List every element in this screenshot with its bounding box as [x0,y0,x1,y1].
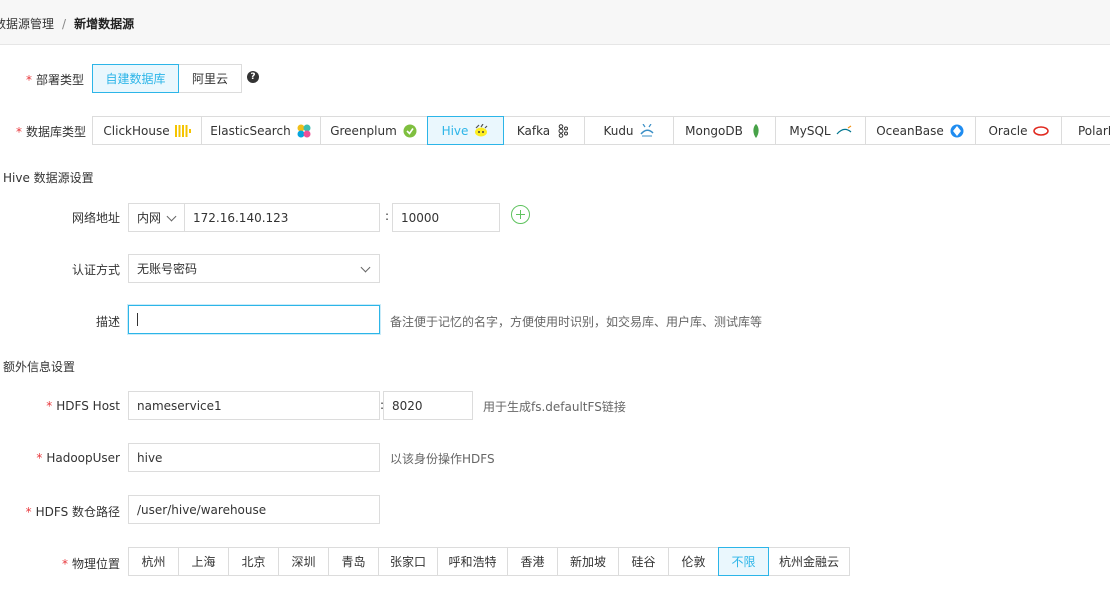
location-option-hongkong[interactable]: 香港 [507,547,558,576]
location-option-hangzhou-finance[interactable]: 杭州金融云 [768,547,850,576]
hive-section-title: Hive 数据源设置 [3,171,94,185]
breadcrumb-parent[interactable]: 数据源管理 [0,17,54,31]
db-option-hive[interactable]: Hive [427,116,504,145]
hdfs-host-input[interactable]: nameservice1 [128,391,380,420]
db-option-oceanbase[interactable]: OceanBase [865,116,976,145]
db-option-kudu[interactable]: Kudu [584,116,674,145]
location-option-london[interactable]: 伦敦 [668,547,719,576]
location-option-shanghai[interactable]: 上海 [178,547,229,576]
deploy-option-self-built[interactable]: 自建数据库 [92,64,179,93]
required-mark: * [25,505,32,519]
text-caret [137,313,138,326]
db-option-polardb[interactable]: PolarDB- [1061,116,1110,145]
hadoop-user-label: * HadoopUser [36,451,120,465]
hdfs-port-input[interactable]: 8020 [383,391,473,420]
breadcrumb: 数据源管理 / 新增数据源 [0,15,134,32]
network-type-select[interactable]: 内网 [128,203,185,232]
required-mark: * [16,125,22,139]
top-bar: 数据源管理 / 新增数据源 [0,0,1110,45]
location-option-silicon-valley[interactable]: 硅谷 [618,547,669,576]
required-mark: * [36,451,43,465]
deploy-type-label: * 部署类型 [25,73,84,87]
hdfs-path-label: * HDFS 数仓路径 [25,505,120,519]
db-option-elasticsearch[interactable]: ElasticSearch [201,116,321,145]
network-address-label: 网络地址 [71,211,120,225]
description-input[interactable] [128,305,380,334]
description-label: 描述 [95,315,120,329]
deploy-type-selector: 自建数据库 阿里云 [92,64,242,93]
hdfs-host-label: * HDFS Host [46,399,120,413]
hdfs-host-hint: 用于生成fs.defaultFS链接 [483,400,626,414]
chevron-down-icon [166,211,177,222]
db-option-greenplum[interactable]: Greenplum [320,116,428,145]
auth-method-label: 认证方式 [71,263,120,277]
location-option-qingdao[interactable]: 青岛 [328,547,379,576]
location-option-shenzhen[interactable]: 深圳 [278,547,329,576]
deploy-option-aliyun[interactable]: 阿里云 [178,64,242,93]
description-hint: 备注便于记忆的名字，方便使用时识别，如交易库、用户库、测试库等 [390,315,763,329]
location-option-huhehaote[interactable]: 呼和浩特 [437,547,508,576]
db-option-kafka[interactable]: Kafka [503,116,585,145]
required-mark: * [25,73,32,87]
db-option-oracle[interactable]: Oracle [975,116,1062,145]
location-option-zhangjiakou[interactable]: 张家口 [378,547,438,576]
extra-section-title: 额外信息设置 [3,360,76,374]
required-mark: * [46,399,53,413]
question-circle-icon[interactable]: ? [247,71,259,83]
location-selector: 杭州 上海 北京 深圳 青岛 张家口 呼和浩特 香港 新加坡 硅谷 伦敦 不限 … [128,547,850,576]
host-input[interactable]: 172.16.140.123 [184,203,380,232]
db-option-clickhouse[interactable]: ClickHouse [92,116,202,145]
location-option-beijing[interactable]: 北京 [228,547,279,576]
hadoop-user-hint: 以该身份操作HDFS [390,452,495,466]
oracle-icon [1032,125,1049,136]
location-option-hangzhou[interactable]: 杭州 [128,547,179,576]
oceanbase-icon [950,124,964,137]
location-option-unlimited[interactable]: 不限 [718,547,769,576]
port-input[interactable]: 10000 [392,203,500,232]
mongodb-icon [753,123,759,138]
greenplum-icon [403,124,417,137]
hadoop-user-input[interactable]: hive [128,443,380,472]
breadcrumb-separator: / [62,17,67,31]
db-option-mongodb[interactable]: MongoDB [673,116,776,145]
required-mark: * [61,557,68,571]
hdfs-path-input[interactable]: /user/hive/warehouse [128,495,380,524]
hive-icon [475,123,488,136]
auth-method-select[interactable]: 无账号密码 [128,254,380,283]
location-label: * 物理位置 [61,557,120,571]
plus-circle-icon[interactable] [511,205,530,224]
db-option-mysql[interactable]: MySQL [775,116,866,145]
db-type-label: * 数据库类型 [16,125,87,139]
chevron-down-icon [360,262,371,273]
elasticsearch-icon [297,124,311,137]
db-type-selector: ClickHouse ElasticSearch Greenplum Hive … [92,116,1110,145]
kafka-icon [558,123,569,138]
clickhouse-icon [174,124,191,137]
location-option-singapore[interactable]: 新加坡 [557,547,619,576]
mysql-icon [836,125,851,134]
breadcrumb-current: 新增数据源 [74,17,135,31]
kudu-icon [639,123,654,136]
host-port-separator: : [385,209,390,223]
